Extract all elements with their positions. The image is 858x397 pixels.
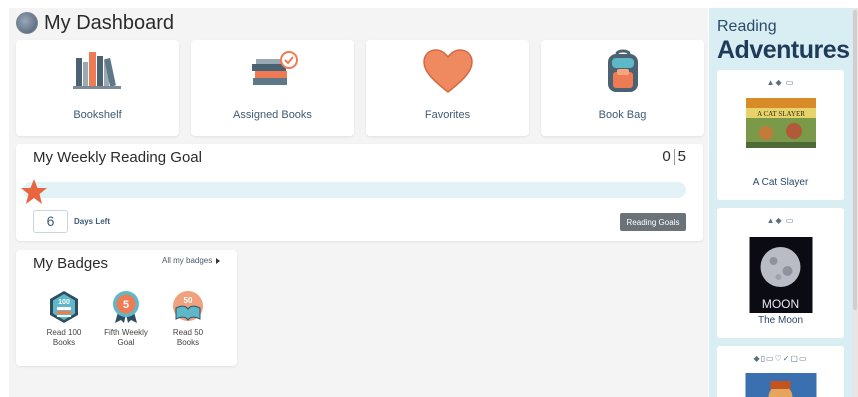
reading-adventures-title-line2: Adventures [717,36,850,64]
days-left-label: Days Left [74,217,111,226]
assigned-books-icon [251,51,298,85]
goal-completed: 0 [662,148,671,165]
book-cover-partial [745,373,816,397]
badges-title: My Badges [33,255,109,272]
goal-title: My Weekly Reading Goal [33,149,202,166]
badge-number: 5 [123,299,129,311]
my-badges-card: My Badges All my badges 100 Read 100 Boo… [16,250,237,366]
days-left-value: 6 [33,210,68,233]
page-title: My Dashboard [44,11,175,34]
reading-goals-button[interactable]: Reading Goals [620,213,686,231]
badge-label: Read 50 Books [172,328,204,347]
tile-bookshelf[interactable]: Bookshelf [16,40,179,136]
book-cover-title: MOON [761,297,798,311]
all-badges-link[interactable]: All my badges [162,256,221,265]
heart-icon [422,49,473,93]
badge-label: Fifth Weekly Goal [104,328,148,347]
book-title: The Moon [757,315,804,326]
badge-number: 100 [58,299,70,306]
tile-label: Assigned Books [233,109,312,121]
weekly-reading-goal-card: My Weekly Reading Goal 0 5 6 Days Left R… [16,144,703,241]
book-title: A Cat Slayer [752,177,809,188]
goal-progress-bar [23,182,686,198]
book-cover-the-moon: MOON [749,237,812,313]
tile-assigned-books[interactable]: Assigned Books [191,40,354,136]
backpack-icon [607,49,638,92]
book-activity-icons: ◆▯▭♡✓▢▭ [753,354,808,363]
book-cover-a-cat-slayer: A CAT SLAYER [745,98,816,148]
nav-tiles: Bookshelf Assigned Books Favorites Book … [16,40,704,136]
user-avatar-icon[interactable] [16,12,38,34]
tile-label: Book Bag [598,109,647,121]
reading-adventures-panel: Reading Adventures ▲◆ ▭ A CAT SLAYER A C… [709,8,852,397]
badge-fifth-weekly-goal-icon: 5 [113,291,139,323]
badge-fifth-weekly-goal[interactable]: 5 Fifth Weekly Goal [100,290,152,348]
book-card-the-moon[interactable]: ▲◆ ▭ MOON The Moon [717,208,844,338]
goal-target: 5 [677,148,686,165]
tile-label: Favorites [424,109,471,121]
badge-50-books-icon: 50 [173,291,203,321]
reading-adventures-title-line1: Reading [717,18,777,35]
caret-right-icon [216,257,221,264]
badge-label: Read 100 Books [46,328,82,347]
book-activity-icons: ▲◆ ▭ [766,216,795,225]
scrollbar-thumb[interactable] [853,10,857,310]
book-cover-title: A CAT SLAYER [757,110,805,118]
badge-number: 50 [184,296,193,305]
book-activity-icons: ▲◆ ▭ [766,78,795,87]
tile-book-bag[interactable]: Book Bag [541,40,704,136]
page-header: My Dashboard [16,10,174,36]
tile-favorites[interactable]: Favorites [366,40,529,136]
badge-read-50-books[interactable]: 50 Read 50 Books [162,290,214,348]
star-icon [21,179,47,204]
book-card-partial[interactable]: ◆▯▭♡✓▢▭ [717,346,844,397]
tile-label: Bookshelf [73,109,122,121]
goal-count-divider [673,148,675,165]
page-scrollbar[interactable] [852,8,858,397]
book-card-a-cat-slayer[interactable]: ▲◆ ▭ A CAT SLAYER A Cat Slayer [717,70,844,200]
badge-read-100-books[interactable]: 100 Read 100 Books [38,290,90,348]
bookshelf-icon [72,52,121,89]
badge-100-books-icon: 100 [50,291,78,323]
goal-count: 0 5 [662,148,686,165]
all-badges-label: All my badges [162,256,213,265]
